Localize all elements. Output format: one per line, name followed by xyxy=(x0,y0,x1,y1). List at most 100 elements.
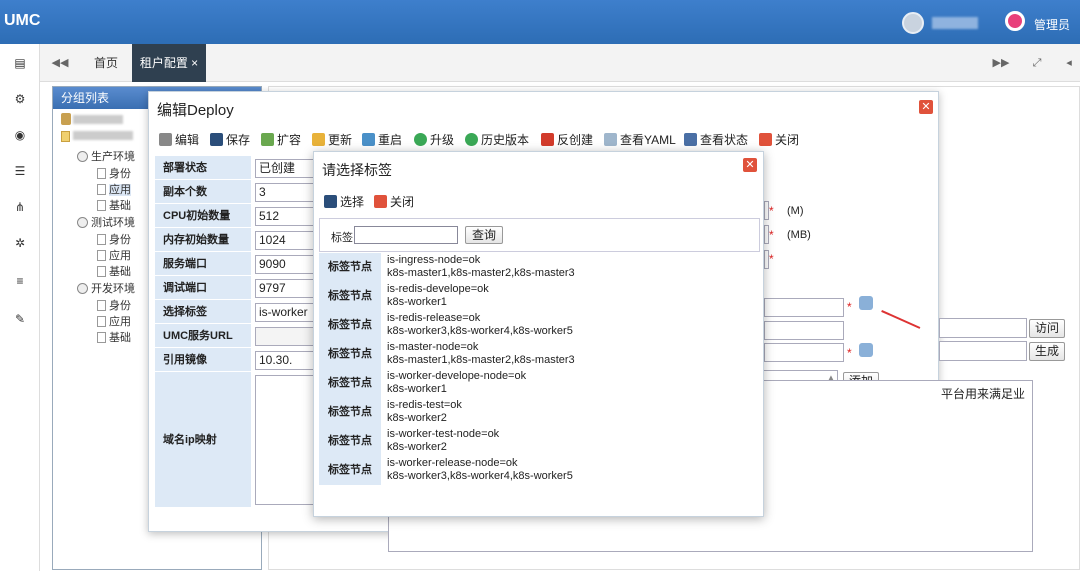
toolbar-update-button[interactable]: 更新 xyxy=(312,131,352,148)
tree-leaf[interactable]: 应用 xyxy=(97,313,131,329)
tag-row[interactable]: 标签节点 is-worker-release-node=ok k8s-worker3… xyxy=(319,456,760,485)
label-image: 引用镜像 xyxy=(155,348,251,372)
sitemap-icon[interactable]: ⋔ xyxy=(0,200,40,220)
tree-leaf[interactable]: 身份 xyxy=(97,297,131,313)
menu-icon[interactable]: ≡ xyxy=(0,274,40,294)
monitor-icon xyxy=(684,133,697,146)
tag-row[interactable]: 标签节点 is-worker-test-node=ok k8s-worker2 xyxy=(319,427,760,456)
history-icon xyxy=(465,133,478,146)
service-port-field[interactable]: 9090 xyxy=(255,255,315,274)
list-icon[interactable]: ☰ xyxy=(0,164,40,184)
tree-leaf[interactable]: 身份 xyxy=(97,231,131,247)
tree-leaf[interactable]: 基础 xyxy=(97,263,131,279)
generate-button[interactable]: 生成 xyxy=(1029,342,1065,361)
app-logo: UMC xyxy=(4,12,41,29)
deploy-status-field[interactable]: 已创建 xyxy=(255,159,315,178)
image-field[interactable]: 10.30. xyxy=(255,351,315,370)
upgrade-icon xyxy=(414,133,427,146)
tag-select-button[interactable]: 选择 xyxy=(324,193,364,210)
generate-input[interactable] xyxy=(939,341,1027,361)
toolbar-history-button[interactable]: 历史版本 xyxy=(465,131,529,148)
wrench-icon[interactable]: ✎ xyxy=(0,312,40,332)
toolbar-scale-button[interactable]: 扩容 xyxy=(261,131,301,148)
tree-leaf[interactable]: 基础 xyxy=(97,329,131,345)
close-icon xyxy=(759,133,772,146)
tag-search-input[interactable] xyxy=(354,226,458,244)
tree-leaf[interactable]: 基础 xyxy=(97,197,131,213)
scale-icon xyxy=(261,133,274,146)
label-select-tag: 选择标签 xyxy=(155,300,251,324)
required-mark: * xyxy=(769,252,774,266)
toolbar-status-button[interactable]: 查看状态 xyxy=(684,131,748,148)
tag-dialog-title: 请选择标签 xyxy=(322,162,392,178)
save-icon xyxy=(210,133,223,146)
location-pin-icon[interactable] xyxy=(1005,11,1025,31)
select-tag-field[interactable]: is-worker xyxy=(255,303,315,322)
toolbar-yaml-button[interactable]: 查看YAML xyxy=(604,131,676,148)
memory-unit: (MB) xyxy=(787,229,811,241)
tree-leaf[interactable]: 身份 xyxy=(97,165,131,181)
label-deploy-status: 部署状态 xyxy=(155,156,251,180)
tree-root[interactable] xyxy=(61,131,133,143)
description-text: 平台用来满足业 xyxy=(941,387,1026,401)
toolbar-edit-button[interactable]: 编辑 xyxy=(159,131,199,148)
dialog-close-icon[interactable]: ✕ xyxy=(919,100,933,114)
umc-url-field-tail[interactable] xyxy=(764,321,844,340)
tab-tenant-config[interactable]: 租户配置 × xyxy=(132,44,206,82)
debug-port-field[interactable]: 9797 xyxy=(255,279,315,298)
tab-bar: ◀◀ 首页 租户配置 × ▶▶ ⤢ ◂ xyxy=(40,44,1080,82)
cross-icon xyxy=(541,133,554,146)
pencil-icon xyxy=(159,133,172,146)
required-mark: * xyxy=(847,346,852,360)
dialog-title: 编辑Deploy xyxy=(157,102,234,119)
image-picker-icon[interactable] xyxy=(859,343,873,357)
tab-more-icon[interactable]: ◂ xyxy=(1058,44,1080,82)
tag-row[interactable]: 标签节点 is-ingress-node=ok k8s-master1,k8s-ma… xyxy=(319,253,760,282)
tag-picker-icon[interactable] xyxy=(859,296,873,310)
umc-url-field[interactable] xyxy=(255,327,315,346)
tag-close-button[interactable]: 关闭 xyxy=(374,193,414,210)
domain-ip-list[interactable] xyxy=(255,375,315,505)
tag-search-button[interactable]: 查询 xyxy=(465,226,503,244)
toolbar-uncreate-button[interactable]: 反创建 xyxy=(541,131,593,148)
tag-search-bar: 标签 查询 xyxy=(319,218,760,252)
tree-env-dev[interactable]: 开发环境 xyxy=(77,280,135,296)
cpu-field[interactable]: 512 xyxy=(255,207,315,226)
tag-row[interactable]: 标签节点 is-master-node=ok k8s-master1,k8s-mas… xyxy=(319,340,760,369)
gears-icon[interactable]: ⚙ xyxy=(0,92,40,112)
replicas-field[interactable]: 3 xyxy=(255,183,315,202)
visit-url-input[interactable] xyxy=(939,318,1027,338)
tree-env-test[interactable]: 测试环境 xyxy=(77,214,135,230)
tag-row[interactable]: 标签节点 is-redis-develope=ok k8s-worker1 xyxy=(319,282,760,311)
id-card-icon[interactable]: ▤ xyxy=(0,56,40,76)
tag-row[interactable]: 标签节点 is-redis-test=ok k8s-worker2 xyxy=(319,398,760,427)
update-icon xyxy=(312,133,325,146)
tag-row[interactable]: 标签节点 is-worker-develope-node=ok k8s-worker… xyxy=(319,369,760,398)
label-memory: 内存初始数量 xyxy=(155,228,251,252)
tag-row[interactable]: 标签节点 is-redis-release=ok k8s-worker3,k8s-w… xyxy=(319,311,760,340)
label-domain-ip: 域名ip映射 xyxy=(155,372,251,508)
tab-home[interactable]: 首页 xyxy=(80,44,132,82)
required-mark: * xyxy=(769,204,774,218)
tree-env-prod[interactable]: 生产环境 xyxy=(77,148,135,164)
tree-leaf[interactable]: 应用 xyxy=(97,181,131,197)
toolbar-close-button[interactable]: 关闭 xyxy=(759,131,799,148)
toolbar-save-button[interactable]: 保存 xyxy=(210,131,250,148)
eye-icon[interactable]: ◉ xyxy=(0,128,40,148)
select-tag-field-tail[interactable] xyxy=(764,298,844,317)
tree-leaf[interactable]: 应用 xyxy=(97,247,131,263)
tag-dialog-close-icon[interactable]: ✕ xyxy=(743,158,757,172)
toolbar-restart-button[interactable]: 重启 xyxy=(362,131,402,148)
memory-field[interactable]: 1024 xyxy=(255,231,315,250)
root-name-redacted xyxy=(73,115,123,124)
gear-icon[interactable]: ✲ xyxy=(0,236,40,256)
fullscreen-icon[interactable]: ⤢ xyxy=(1020,44,1054,82)
tab-scroll-right-icon[interactable]: ▶▶ xyxy=(984,44,1018,82)
image-field-tail[interactable] xyxy=(764,343,844,362)
tab-scroll-left-icon[interactable]: ◀◀ xyxy=(40,44,80,82)
required-mark: * xyxy=(847,300,852,314)
toolbar-upgrade-button[interactable]: 升级 xyxy=(414,131,454,148)
admin-menu[interactable]: 管理员 xyxy=(1034,16,1070,33)
visit-button[interactable]: 访问 xyxy=(1029,319,1065,338)
user-avatar[interactable] xyxy=(902,12,924,34)
